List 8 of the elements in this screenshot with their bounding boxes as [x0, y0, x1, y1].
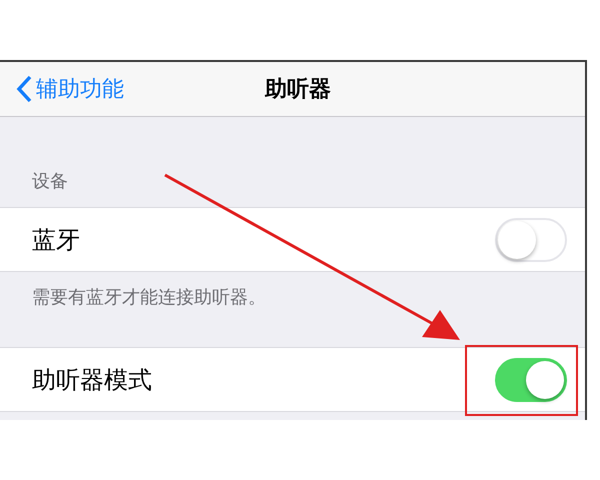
toggle-switch[interactable]: [495, 358, 567, 402]
page-title: 助听器: [265, 76, 331, 104]
back-button[interactable]: 辅助功能: [0, 72, 124, 106]
section-footer: 需要有蓝牙才能连接助听器。: [0, 272, 585, 347]
row-label: 助听器模式: [32, 364, 152, 396]
back-chevron-icon: [16, 75, 32, 103]
row-label: 蓝牙: [32, 224, 80, 256]
section-header: 设备: [31, 170, 69, 194]
